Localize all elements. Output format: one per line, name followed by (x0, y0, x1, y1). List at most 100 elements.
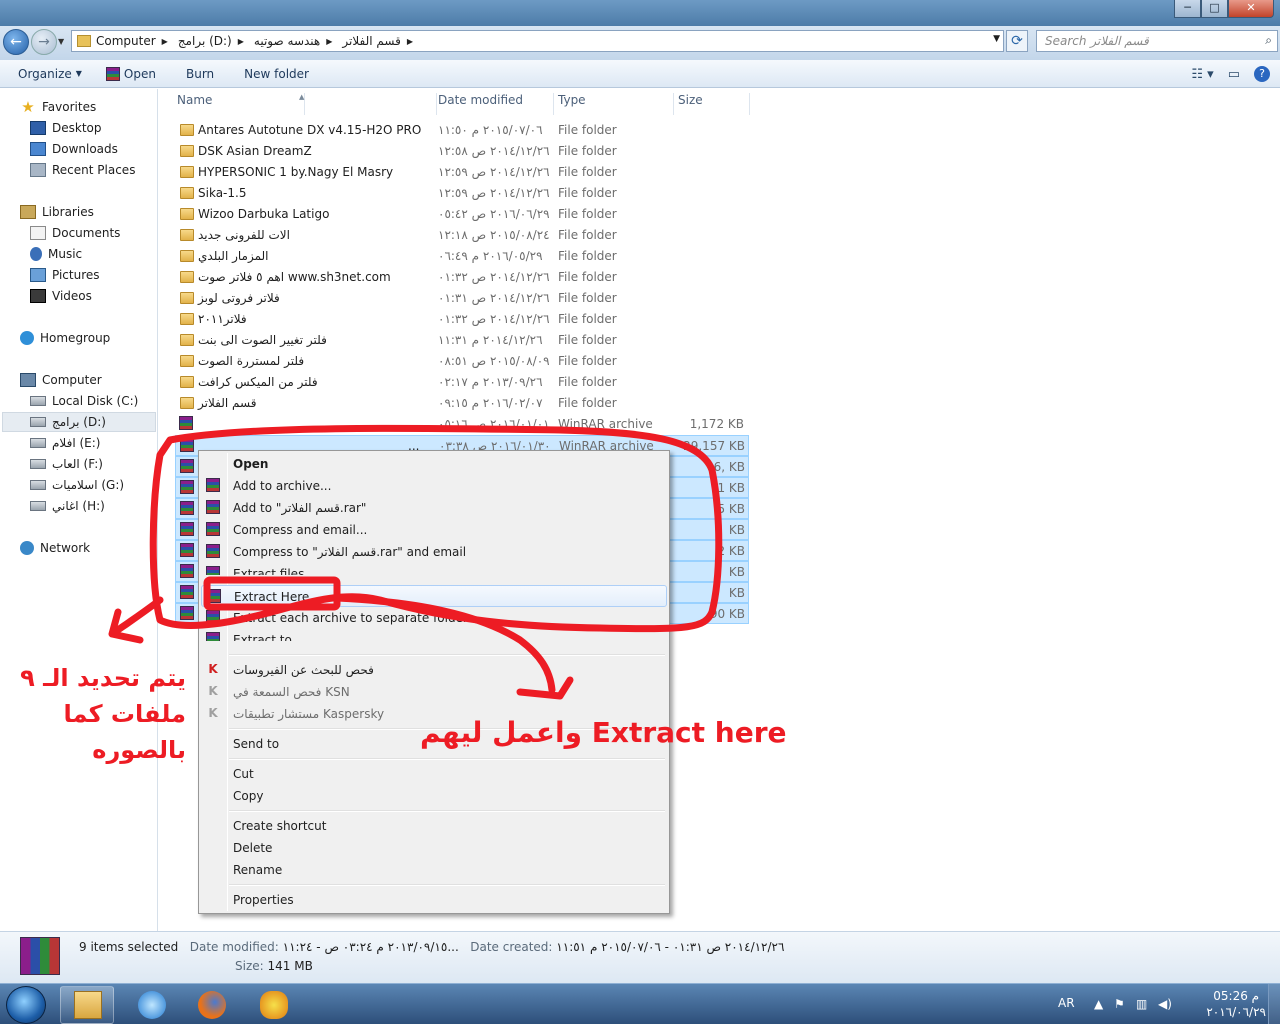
start-button[interactable] (6, 986, 46, 1024)
taskbar-ie[interactable] (124, 986, 178, 1024)
recent-pages-dropdown[interactable]: ▼ (58, 37, 64, 46)
menu-add-to-rar[interactable]: Add to "قسم الفلاتر.rar" (201, 497, 667, 519)
nav-downloads[interactable]: Downloads (30, 139, 118, 159)
volume-icon[interactable]: ◀) (1158, 997, 1172, 1011)
menu-compress-email[interactable]: Compress and email... (201, 519, 667, 541)
system-tray: AR ▲ ⚑ ▥ ◀) 05:26 م ٢٠١٦/٠٦/٢٩ (1050, 984, 1280, 1024)
burn-button[interactable]: Burn (156, 67, 214, 81)
column-size[interactable]: Size (676, 93, 750, 115)
folder-row[interactable]: Antares Autotune DX v4.15-H2O PRO ٢٠١٥/٠٧… (175, 120, 749, 141)
search-input[interactable]: Search قسم الفلاتر ⌕ (1036, 30, 1278, 52)
column-type[interactable]: Type (556, 93, 674, 115)
folder-row[interactable]: فلتر من الميكس كرافت ٢٠١٣/٠٩/٢٦ م ٠٢:١٧ Fi… (175, 372, 749, 393)
flag-icon[interactable]: ⚑ (1114, 997, 1125, 1011)
firefox-icon (198, 991, 226, 1019)
menu-create-shortcut[interactable]: Create shortcut (201, 815, 667, 837)
disk-icon (30, 459, 46, 469)
folder-row[interactable]: Wizoo Darbuka Latigo ٢٠١٦/٠٦/٢٩ ص ٠٥:٤٢ Fi… (175, 204, 749, 225)
breadcrumb-sound-engineering[interactable]: هندسه صوتيه ▶ (254, 34, 333, 48)
menu-rename[interactable]: Rename (201, 859, 667, 881)
menu-kaspersky-scan[interactable]: K فحص للبحث عن الفيروسات (201, 659, 667, 681)
nav-computer[interactable]: Computer (20, 370, 102, 390)
folder-row[interactable]: DSK Asian DreamZ ٢٠١٤/١٢/٢٦ ص ١٢:٥٨ File f… (175, 141, 749, 162)
nav-recent-places[interactable]: Recent Places (30, 160, 135, 180)
column-date-modified[interactable]: Date modified (436, 93, 554, 115)
clock[interactable]: 05:26 م ٢٠١٦/٠٦/٢٩ (1206, 988, 1266, 1020)
help-icon[interactable]: ? (1254, 66, 1270, 82)
column-name[interactable]: Name (175, 93, 437, 115)
nav-disk-f[interactable]: العاب (F:) (30, 454, 103, 474)
forward-button[interactable]: → (31, 29, 57, 55)
menu-delete[interactable]: Delete (201, 837, 667, 859)
menu-separator (229, 810, 665, 812)
breadcrumb-filters[interactable]: قسم الفلاتر ▶ (342, 34, 413, 48)
folder-row[interactable]: فلتر لمستررة الصوت ٢٠١٥/٠٨/٠٩ ص ٠٨:٥١ File… (175, 351, 749, 372)
folder-row[interactable]: فلاتر٢٠١١ ٢٠١٤/١٢/٢٦ ص ٠١:٣٢ File folder (175, 309, 749, 330)
address-dropdown[interactable]: ▼ (993, 34, 1000, 44)
refresh-button[interactable]: ⟳ (1006, 30, 1028, 52)
back-button[interactable]: ← (3, 29, 29, 55)
folder-row[interactable]: المزمار البلدي ٢٠١٦/٠٥/٢٩ م ٠٦:٤٩ File fol… (175, 246, 749, 267)
nav-disk-h[interactable]: اغاني (H:) (30, 496, 105, 516)
folder-row[interactable]: Sika-1.5 ٢٠١٤/١٢/٢٦ ص ١٢:٥٩ File folder (175, 183, 749, 204)
address-bar[interactable]: Computer ▶ برامج (D:) ▶ هندسه صوتيه ▶ قسم ا… (71, 30, 1004, 52)
nav-disk-g[interactable]: اسلاميات (G:) (30, 475, 124, 495)
menu-kaspersky-ksn[interactable]: K فحص السمعة في KSN (201, 681, 667, 703)
taskbar-firefox[interactable] (184, 986, 238, 1024)
breadcrumb-computer[interactable]: Computer ▶ (96, 34, 168, 48)
folder-icon (180, 187, 194, 199)
folder-row[interactable]: اهم ٥ فلاتر صوت www.sh3net.com ٢٠١٤/١٢/٢٦… (175, 267, 749, 288)
nav-homegroup[interactable]: Homegroup (20, 328, 110, 348)
nav-videos[interactable]: Videos (30, 286, 92, 306)
folder-row[interactable]: فلتر تغيير الصوت الى بنت ٢٠١٤/١٢/٢٦ م ١١:… (175, 330, 749, 351)
nav-disk-c[interactable]: Local Disk (C:) (30, 391, 138, 411)
maximize-button[interactable]: □ (1201, 0, 1228, 18)
folder-row[interactable]: الات للفرونى جديد ٢٠١٥/٠٨/٢٤ ص ١٢:١٨ File … (175, 225, 749, 246)
nav-music[interactable]: Music (30, 244, 82, 264)
file-size: 5 KB (717, 502, 745, 516)
nav-pictures[interactable]: Pictures (30, 265, 100, 285)
menu-extract-each[interactable]: Extract each archive to separate folder (201, 607, 667, 629)
menu-properties[interactable]: Properties (201, 889, 667, 911)
nav-desktop[interactable]: Desktop (30, 118, 102, 138)
folder-row[interactable]: فلاتر فروتى لوبز ٢٠١٤/١٢/٢٦ ص ٠١:٣١ File f… (175, 288, 749, 309)
new-folder-button[interactable]: New folder (214, 67, 309, 81)
details-pane: 9 items selected Date modified: ٢٠١٣/٠٩/… (0, 931, 1280, 983)
breadcrumb-drive-d[interactable]: برامج (D:) ▶ (178, 34, 244, 48)
open-button[interactable]: Open (82, 66, 156, 81)
menu-extract-files[interactable]: Extract files... (201, 563, 667, 575)
nav-libraries[interactable]: Libraries (20, 202, 94, 222)
menu-extract-to[interactable]: Extract to (201, 629, 667, 641)
network-tray-icon[interactable]: ▥ (1136, 997, 1147, 1011)
nav-favorites[interactable]: ★ Favorites (20, 97, 96, 117)
show-hidden-icons[interactable]: ▲ (1094, 997, 1103, 1011)
show-desktop-button[interactable] (1268, 984, 1280, 1024)
menu-open[interactable]: Open (201, 453, 667, 475)
arrow-right-icon: → (38, 34, 50, 50)
language-indicator[interactable]: AR (1058, 996, 1075, 1010)
view-options-icon[interactable]: ☷ ▾ (1191, 67, 1213, 82)
nav-documents[interactable]: Documents (30, 223, 120, 243)
nav-disk-e[interactable]: افلام (E:) (30, 433, 100, 453)
menu-copy[interactable]: Copy (201, 785, 667, 807)
archive-row[interactable]: ٢٠١٦/٠١/٠١ ص ٠٥:١٦ WinRAR archive 1,172 KB (175, 414, 749, 435)
taskbar-fl-studio[interactable] (246, 986, 300, 1024)
organize-button[interactable]: Organize ▼ (0, 67, 82, 81)
menu-cut[interactable]: Cut (201, 763, 667, 785)
file-type: File folder (558, 165, 617, 179)
command-bar: Organize ▼ Open Burn New folder ☷ ▾ ▭ ? (0, 60, 1280, 88)
preview-pane-icon[interactable]: ▭ (1228, 67, 1240, 82)
nav-disk-d[interactable]: برامج (D:) (2, 412, 156, 432)
menu-add-to-archive[interactable]: Add to archive... (201, 475, 667, 497)
desktop-icon (30, 121, 46, 135)
file-type: File folder (558, 144, 617, 158)
menu-compress-to-email[interactable]: Compress to "قسم الفلاتر.rar" and email (201, 541, 667, 563)
minimize-button[interactable]: ─ (1174, 0, 1201, 18)
nav-network[interactable]: Network (20, 538, 90, 558)
folder-row[interactable]: قسم الفلاتر ٢٠١٦/٠٢/٠٧ م ٠٩:١٥ File folder (175, 393, 749, 414)
close-button[interactable]: ✕ (1228, 0, 1274, 18)
menu-extract-here[interactable]: Extract Here (201, 585, 667, 607)
taskbar-explorer[interactable] (60, 986, 114, 1024)
folder-row[interactable]: HYPERSONIC 1 by.Nagy El Masry ٢٠١٤/١٢/٢٦ … (175, 162, 749, 183)
recent-places-icon (30, 163, 46, 177)
